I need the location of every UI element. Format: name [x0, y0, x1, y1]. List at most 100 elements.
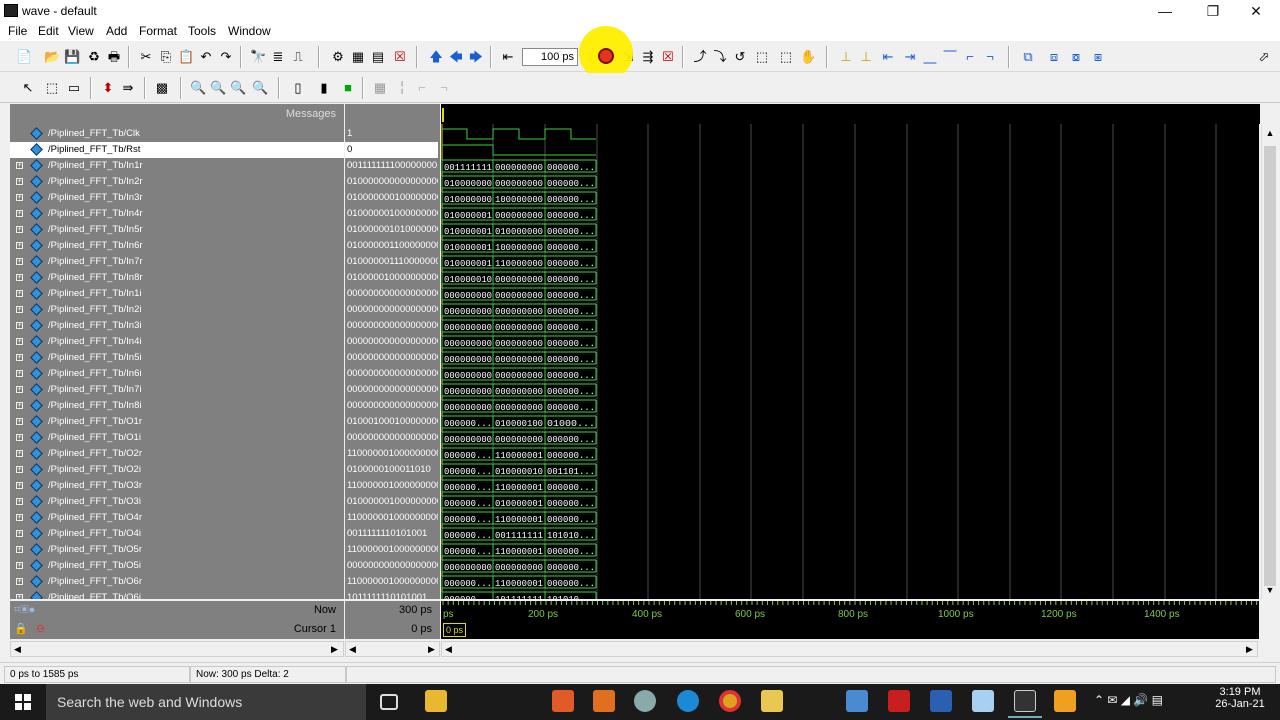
signal-row[interactable]: + /Piplined_FFT_Tb/O5r — [10, 542, 344, 558]
copy-icon[interactable]: ⎘ — [158, 49, 174, 65]
signal-view-icon[interactable]: ▮ — [316, 80, 332, 96]
step-out-icon[interactable]: ↺ — [732, 49, 748, 65]
menu-tools[interactable]: Tools — [188, 24, 216, 38]
expand-icon[interactable]: + — [16, 562, 23, 569]
schematic-icon[interactable]: ⧈ — [1046, 49, 1062, 65]
app-blue-icon[interactable] — [972, 690, 994, 712]
file-explorer-icon[interactable] — [425, 690, 447, 712]
cursor-value[interactable]: 0 ps — [345, 620, 440, 639]
expand-icon[interactable]: + — [16, 402, 23, 409]
expand-icon[interactable]: + — [16, 210, 23, 217]
edge-next-icon[interactable]: ⊥ — [858, 49, 874, 65]
signal-row[interactable]: + /Piplined_FFT_Tb/In3r — [10, 190, 344, 206]
print-icon[interactable]: 🖶 — [106, 49, 122, 65]
delete-cursor-icon[interactable]: ⇛ — [120, 80, 136, 96]
wave-format-icon[interactable]: ⎍ — [290, 49, 306, 65]
run-continue-icon[interactable]: ⇶ — [640, 49, 656, 65]
zoom-full-icon[interactable]: 🔍 — [230, 80, 246, 96]
chrome-browser-icon[interactable] — [719, 690, 741, 712]
expand-icon[interactable]: + — [16, 354, 23, 361]
signal-row[interactable]: + /Piplined_FFT_Tb/O1r — [10, 414, 344, 430]
expand-icon[interactable]: + — [16, 594, 23, 599]
cursor-delete-icon[interactable]: ⊖ — [36, 622, 45, 635]
signal-row[interactable]: + /Piplined_FFT_Tb/O3r — [10, 478, 344, 494]
scroll-left-icon[interactable]: ◀ — [349, 644, 356, 655]
step-over-icon[interactable]: ⤵ — [712, 49, 728, 65]
values-hscrollbar[interactable]: ◀ ▶ — [345, 641, 440, 657]
expand-icon[interactable]: + — [16, 418, 23, 425]
break-icon[interactable]: ☒ — [392, 49, 408, 65]
menu-file[interactable]: File — [8, 24, 27, 38]
expand-icon[interactable]: + — [16, 162, 23, 169]
app-gear-icon[interactable] — [634, 690, 656, 712]
expand-icon[interactable]: + — [16, 258, 23, 265]
find-prev-edge-icon[interactable]: ⇤ — [880, 49, 896, 65]
signal-row[interactable]: + /Piplined_FFT_Tb/In3i — [10, 318, 344, 334]
close-button[interactable]: ✕ — [1233, 0, 1279, 22]
minimize-button[interactable]: — — [1142, 0, 1188, 22]
task-view-icon[interactable] — [380, 694, 398, 710]
zoom-cursor-icon[interactable]: 🔍 — [252, 80, 268, 96]
find-icon[interactable]: 🔭 — [250, 49, 266, 65]
timeline-ruler[interactable]: ps 200 ps 400 ps 600 ps 800 ps 1000 ps 1… — [441, 601, 1259, 620]
signal-row[interactable]: + /Piplined_FFT_Tb/In5i — [10, 350, 344, 366]
signal-row[interactable]: + /Piplined_FFT_Tb/O4r — [10, 510, 344, 526]
expand-icon[interactable]: + — [16, 434, 23, 441]
compile-icon[interactable]: ⚙ — [330, 49, 346, 65]
ruler-mode-icon[interactable]: ▭ — [66, 80, 82, 96]
reload-icon[interactable]: ♻ — [86, 49, 102, 65]
edge-prev-icon[interactable]: ⊥ — [838, 49, 854, 65]
signal-row[interactable]: + /Piplined_FFT_Tb/In5r — [10, 222, 344, 238]
expand-icon[interactable]: + — [16, 482, 23, 489]
menu-format[interactable]: Format — [139, 24, 177, 38]
expand-icon[interactable]: + — [16, 242, 23, 249]
open-folder-icon[interactable]: 📂 — [44, 49, 60, 65]
arrow-left-icon[interactable]: 🡄 — [448, 49, 464, 65]
find-next-edge-icon[interactable]: ⇥ — [902, 49, 918, 65]
cursor-flag[interactable]: 0 ps — [443, 623, 467, 637]
taskbar-search[interactable]: Search the web and Windows — [46, 684, 366, 720]
signal-row[interactable]: + /Piplined_FFT_Tb/O5i — [10, 558, 344, 574]
waveform-pane[interactable]: 001111111 000000000 000000... 010000000 0000… — [441, 124, 1259, 599]
signal-row[interactable]: + /Piplined_FFT_Tb/O6i — [10, 590, 344, 599]
insert-cursor-icon[interactable]: ⬍ — [100, 80, 116, 96]
undock-icon[interactable]: ⬀ — [1256, 49, 1272, 65]
system-tray-icons[interactable]: ⌃ ✉ ◢ 🔊 ▤ — [1094, 693, 1163, 707]
windows-start-icon[interactable] — [15, 694, 31, 710]
signal-row[interactable]: + /Piplined_FFT_Tb/In1i — [10, 286, 344, 302]
app-red-icon[interactable] — [552, 690, 574, 712]
signal-row[interactable]: + /Piplined_FFT_Tb/In2i — [10, 302, 344, 318]
zoom-out-icon[interactable]: 🔍 — [210, 80, 226, 96]
signal-row[interactable]: + /Piplined_FFT_Tb/In4r — [10, 206, 344, 222]
names-hscrollbar[interactable]: ◀ ▶ — [10, 641, 344, 657]
expand-icon[interactable]: + — [16, 450, 23, 457]
media-player-icon[interactable] — [1054, 690, 1076, 712]
simulate-icon[interactable]: ▤ — [370, 49, 386, 65]
expand-icon[interactable]: + — [16, 546, 23, 553]
signal-row[interactable]: /Piplined_FFT_Tb/Rst — [10, 142, 344, 158]
expand-icon[interactable]: + — [16, 306, 23, 313]
cursor-label[interactable]: Cursor 1 — [294, 623, 336, 635]
signal-row[interactable]: + /Piplined_FFT_Tb/O6r — [10, 574, 344, 590]
arrow-right-icon[interactable]: 🡆 — [468, 49, 484, 65]
word-icon[interactable] — [930, 690, 952, 712]
menu-add[interactable]: Add — [106, 24, 127, 38]
folder-icon[interactable] — [761, 690, 783, 712]
signal-row[interactable]: + /Piplined_FFT_Tb/In2r — [10, 174, 344, 190]
expand-icon[interactable]: + — [16, 530, 23, 537]
arrow-up-icon[interactable]: 🡅 — [428, 49, 444, 65]
signal-row[interactable]: + /Piplined_FFT_Tb/In7r — [10, 254, 344, 270]
signal-row[interactable]: + /Piplined_FFT_Tb/In4i — [10, 334, 344, 350]
rising-edge-icon[interactable]: ⎺ — [942, 49, 958, 65]
signal-row[interactable]: + /Piplined_FFT_Tb/O2i — [10, 462, 344, 478]
performance-icon[interactable]: ⬚ — [778, 49, 794, 65]
signal-values-pane[interactable]: 1 0 0011111111000000001 0100000000000000001… — [345, 124, 440, 599]
cut-icon[interactable]: ✂ — [138, 49, 154, 65]
scroll-left-icon[interactable]: ◀ — [14, 644, 21, 655]
step-back-icon[interactable]: ⬚ — [754, 49, 770, 65]
scroll-up-icon[interactable]: ▲ — [1265, 128, 1275, 138]
run-all-icon[interactable]: ☒ — [660, 49, 676, 65]
zoom-in-icon[interactable]: 🔍 — [190, 80, 206, 96]
memory-icon[interactable]: ⧇ — [1068, 49, 1084, 65]
expand-icon[interactable]: + — [16, 322, 23, 329]
